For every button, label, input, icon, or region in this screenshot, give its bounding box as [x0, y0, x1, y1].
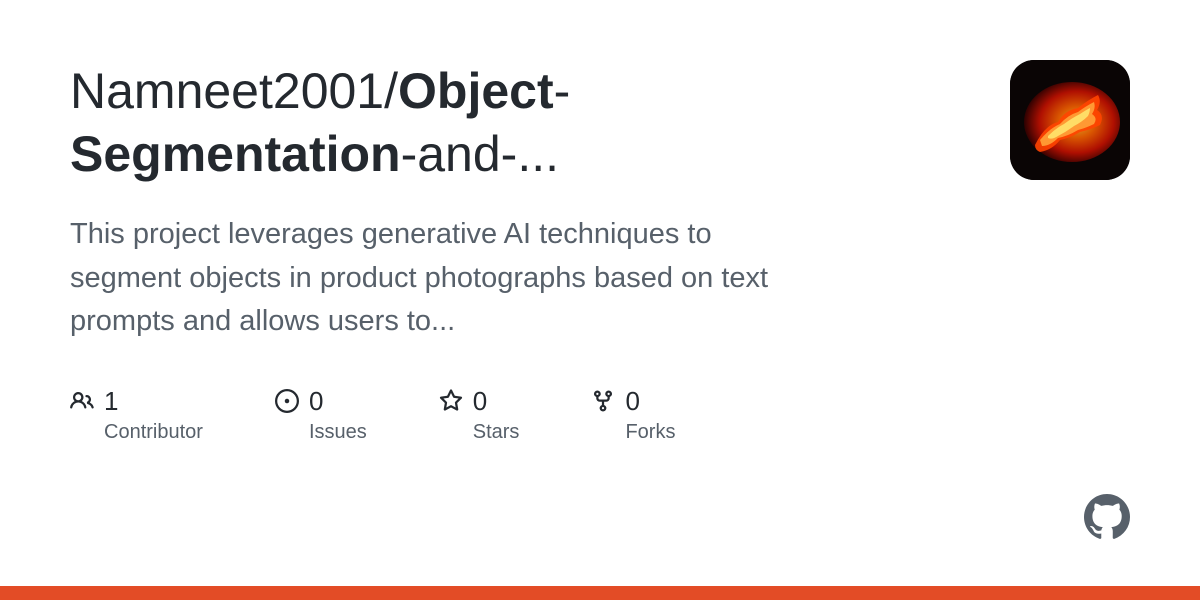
stat-stars: 0 Stars: [439, 386, 520, 444]
repo-name-part: Object: [398, 63, 554, 119]
stats-row: 1 Contributor 0 Issues 0 Stars: [70, 386, 1130, 444]
stat-label: Forks: [625, 421, 675, 444]
fire-horse-icon: [1010, 60, 1130, 180]
stat-value: 1: [104, 386, 118, 417]
github-logo-icon: [1084, 494, 1130, 540]
issue-icon: [275, 389, 299, 413]
language-segment: [0, 586, 1200, 600]
repo-owner: Namneet2001: [70, 63, 384, 119]
language-bar: [0, 586, 1200, 600]
stat-value: 0: [625, 386, 639, 417]
repo-name-part: Segmentation: [70, 126, 401, 182]
star-icon: [439, 389, 463, 413]
repo-title: Namneet2001/Object-Segmentation-and-...: [70, 60, 750, 185]
stat-contributors: 1 Contributor: [70, 386, 203, 444]
people-icon: [70, 389, 94, 413]
stat-label: Issues: [309, 421, 367, 444]
repo-description: This project leverages generative AI tec…: [70, 213, 830, 344]
stat-value: 0: [473, 386, 487, 417]
stat-issues: 0 Issues: [275, 386, 367, 444]
avatar: [1010, 60, 1130, 180]
repo-name-part: -and-...: [401, 126, 559, 182]
stat-label: Stars: [473, 421, 520, 444]
stat-value: 0: [309, 386, 323, 417]
stat-forks: 0 Forks: [591, 386, 675, 444]
fork-icon: [591, 389, 615, 413]
stat-label: Contributor: [104, 421, 203, 444]
